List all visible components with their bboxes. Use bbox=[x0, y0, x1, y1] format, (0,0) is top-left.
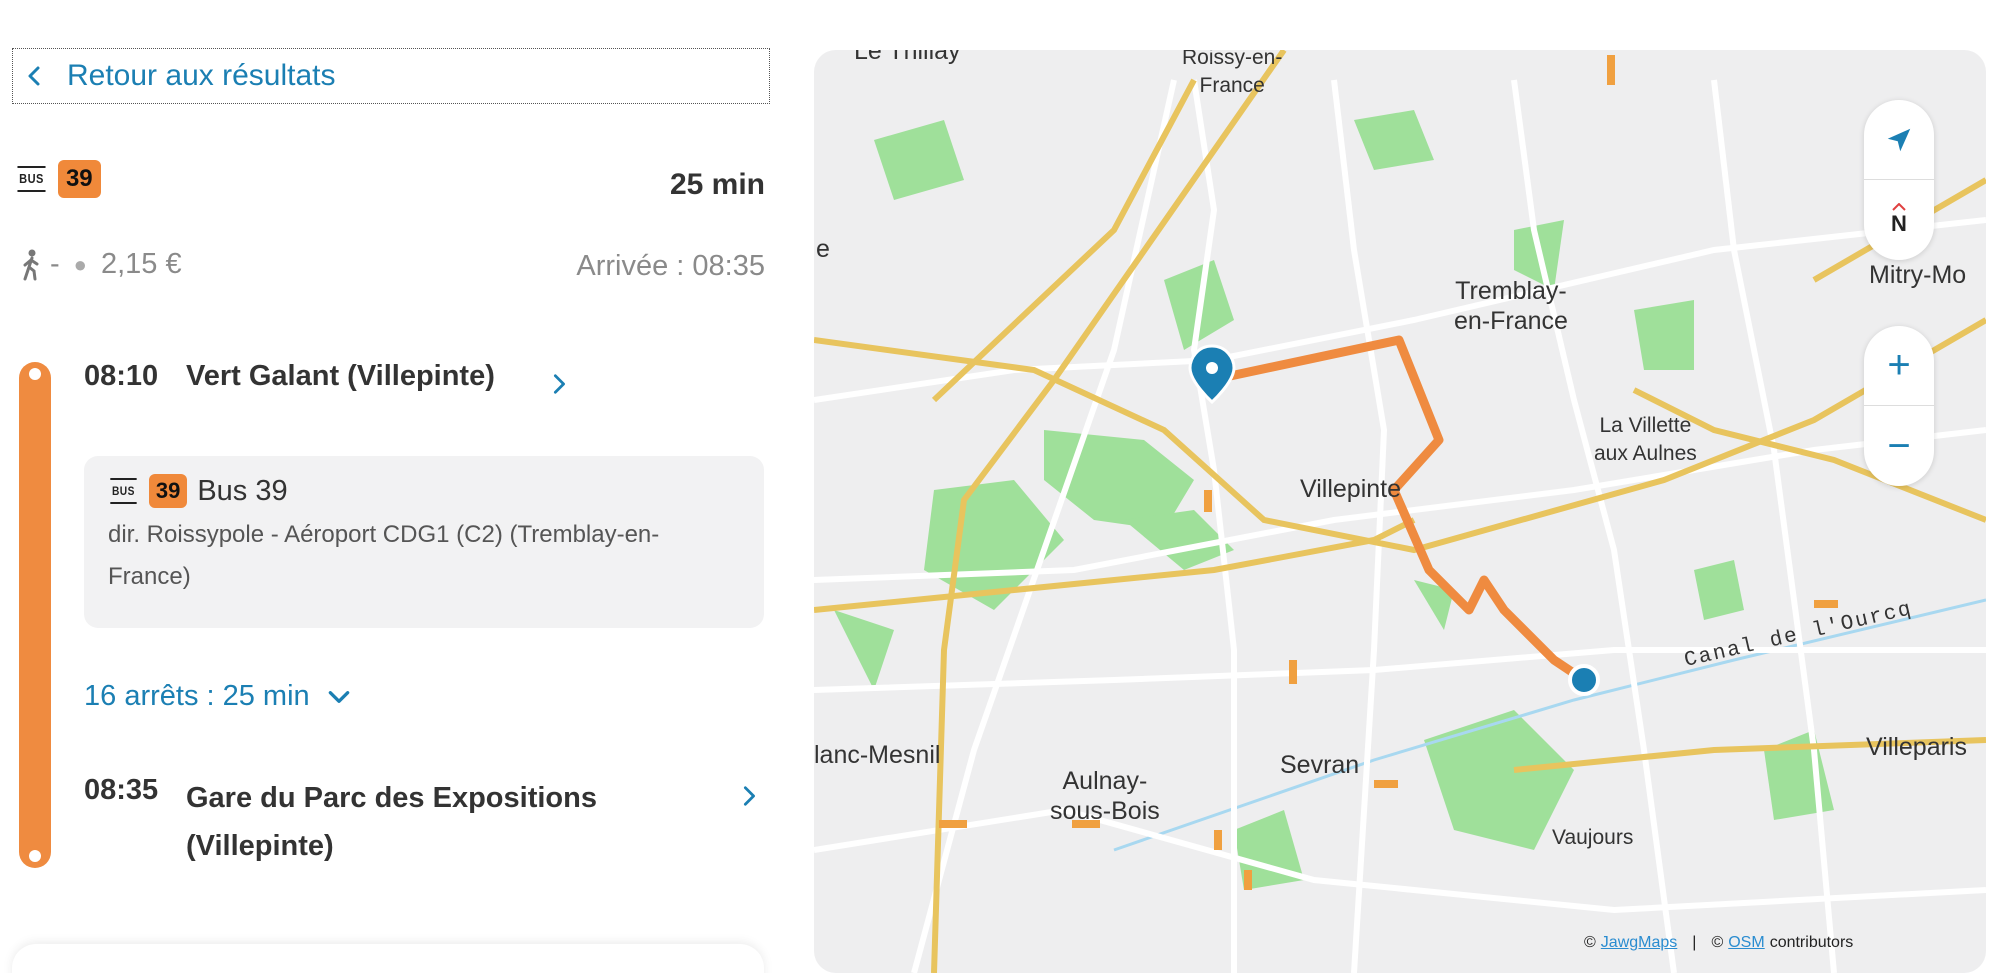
walk-dash: - bbox=[50, 248, 60, 280]
jawgmaps-link[interactable]: JawgMaps bbox=[1601, 934, 1677, 952]
departure-pin-icon bbox=[1188, 344, 1236, 405]
line-badge: 39 bbox=[148, 474, 188, 508]
departure-time: 08:10 bbox=[84, 360, 159, 392]
attribution-separator: | bbox=[1692, 934, 1697, 951]
bus-direction: dir. Roissypole - Aéroport CDG1 (C2) (Tr… bbox=[108, 521, 660, 590]
copyright-icon: © bbox=[1584, 934, 1596, 951]
compass-label: N bbox=[1891, 211, 1907, 236]
compass-icon: N bbox=[1891, 203, 1907, 237]
route-timeline bbox=[19, 362, 51, 868]
arrival-stop-name-line2: (Villepinte) bbox=[186, 830, 334, 862]
osm-link[interactable]: OSM bbox=[1728, 934, 1764, 952]
arrival-stop[interactable]: 08:35 Gare du Parc des Expositions (Vill… bbox=[84, 774, 597, 870]
arrival-stop-time: 08:35 bbox=[84, 774, 159, 806]
walking-icon bbox=[23, 249, 39, 280]
stops-count-label: 16 arrêts : 25 min bbox=[84, 680, 310, 712]
map-label-mitry: Mitry-Mo bbox=[1869, 261, 1967, 289]
bus-leg-title: Bus 39 bbox=[197, 474, 288, 507]
journey-summary: - ● 2,15 € bbox=[20, 248, 182, 281]
journey-header: BUS 39 bbox=[15, 160, 101, 198]
line-badge: 39 bbox=[57, 160, 101, 198]
back-to-results-link[interactable]: Retour aux résultats bbox=[12, 48, 770, 104]
separator-dot-icon: ● bbox=[73, 251, 87, 277]
journey-price: 2,15 € bbox=[100, 248, 182, 280]
zoom-in-button[interactable]: + bbox=[1864, 326, 1934, 406]
map-zoom-controls: + − bbox=[1864, 326, 1934, 486]
map-label-aulnay: Aulnay- sous-Bois bbox=[1050, 767, 1160, 825]
route-map[interactable]: Le Thillay Roissy-en- France e Tremblay-… bbox=[814, 50, 1986, 973]
map-label-le-thillay: Le Thillay bbox=[854, 50, 961, 65]
bus-mode-icon: BUS bbox=[17, 166, 46, 192]
departure-stop[interactable]: 08:10 Vert Galant (Villepinte) bbox=[84, 360, 495, 400]
back-link-label: Retour aux résultats bbox=[67, 59, 336, 92]
stops-expand-toggle[interactable]: 16 arrêts : 25 min bbox=[84, 680, 352, 713]
next-card bbox=[12, 944, 764, 973]
timeline-end-dot bbox=[29, 850, 41, 862]
map-label-la-villette: La Villette aux Aulnes bbox=[1594, 414, 1697, 465]
bus-mode-icon: BUS bbox=[110, 478, 137, 504]
map-attribution: © JawgMaps | © OSM contributors bbox=[1584, 934, 1853, 952]
locate-arrow-icon bbox=[1887, 128, 1911, 151]
arrival-time: Arrivée : 08:35 bbox=[576, 250, 765, 282]
map-label-blanc-mesnil: lanc-Mesnil bbox=[814, 741, 941, 769]
contributors-label: contributors bbox=[1769, 934, 1854, 951]
compass-button[interactable]: N bbox=[1864, 180, 1934, 260]
bus-leg-card: BUS 39 Bus 39 dir. Roissypole - Aéroport… bbox=[84, 456, 764, 628]
map-label-roissy: Roissy-en- France bbox=[1182, 50, 1283, 97]
zoom-out-button[interactable]: − bbox=[1864, 406, 1934, 486]
chevron-down-icon bbox=[328, 690, 349, 703]
map-label-sevran: Sevran bbox=[1280, 751, 1360, 779]
locate-button[interactable] bbox=[1864, 100, 1934, 180]
map-label-e: e bbox=[816, 235, 830, 263]
chevron-right-icon[interactable] bbox=[738, 785, 760, 807]
arrival-stop-name-line1: Gare du Parc des Expositions bbox=[186, 782, 597, 814]
chevron-left-icon bbox=[28, 66, 40, 86]
map-label-villepinte: Villepinte bbox=[1300, 475, 1402, 503]
timeline-start-dot bbox=[29, 368, 41, 380]
arrival-location-dot bbox=[1568, 664, 1600, 696]
chevron-right-icon[interactable] bbox=[548, 373, 570, 395]
map-navigation-controls: N bbox=[1864, 100, 1934, 260]
map-label-vaujours: Vaujours bbox=[1552, 826, 1634, 849]
departure-stop-name: Vert Galant (Villepinte) bbox=[186, 360, 495, 392]
map-base bbox=[814, 50, 1986, 973]
map-label-villeparisis: Villeparis bbox=[1866, 733, 1967, 761]
copyright-icon: © bbox=[1711, 934, 1724, 951]
map-label-tremblay: Tremblay- en-France bbox=[1454, 277, 1568, 335]
journey-duration: 25 min bbox=[669, 168, 765, 201]
